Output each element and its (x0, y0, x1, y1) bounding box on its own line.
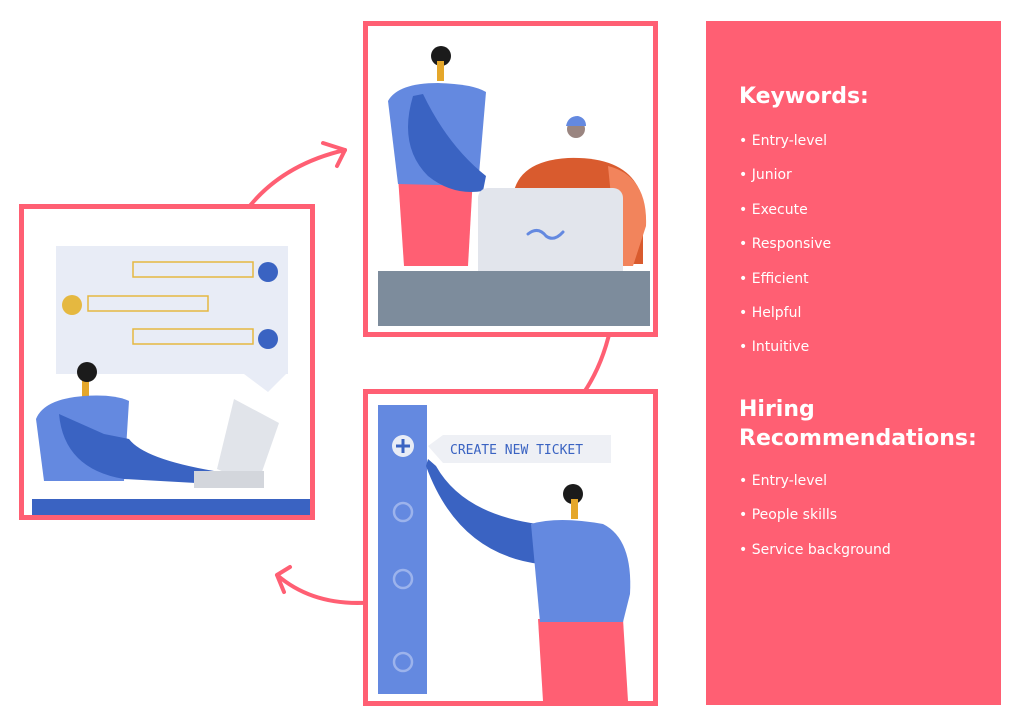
person-2-cap (566, 116, 586, 126)
avatar-yellow (62, 295, 82, 315)
ticket-illustration: CREATE NEW TICKET (378, 405, 631, 701)
person-arm (426, 459, 540, 564)
keyword-item: Helpful (739, 303, 831, 337)
person-body (531, 520, 631, 622)
keyword-item: Entry-level (739, 131, 831, 165)
hiring-list: Entry-level People skills Service backgr… (739, 471, 891, 574)
person-legs (538, 619, 628, 701)
chat-window-tail (244, 374, 286, 392)
person-head (77, 362, 97, 382)
arrow-ticket-to-chat-head (275, 565, 292, 594)
panel-ticket-scene: CREATE NEW TICKET (363, 389, 658, 706)
chat-illustration (32, 246, 310, 515)
hiring-title-line1: Hiring (739, 397, 815, 422)
hiring-item: Service background (739, 540, 891, 574)
keywords-card: Keywords: Entry-level Junior Execute Res… (706, 21, 1001, 705)
panel-collab-scene (363, 21, 658, 337)
desk (32, 499, 310, 515)
hiring-title: Hiring Recommendations: (739, 395, 977, 453)
panel-chat-scene (19, 204, 315, 520)
hiring-title-line2: Recommendations: (739, 426, 977, 451)
keywords-title: Keywords: (739, 84, 869, 109)
hiring-item: Entry-level (739, 471, 891, 505)
keyword-item: Efficient (739, 269, 831, 303)
laptop-base (194, 471, 264, 488)
desk (378, 271, 650, 326)
create-ticket-label: CREATE NEW TICKET (450, 443, 583, 458)
hiring-item: People skills (739, 505, 891, 539)
keyword-item: Responsive (739, 234, 831, 268)
keyword-item: Junior (739, 165, 831, 199)
person-1-neck (437, 61, 444, 81)
avatar-blue-1 (258, 262, 278, 282)
keyword-item: Execute (739, 200, 831, 234)
laptop (478, 188, 623, 285)
collab-illustration (378, 46, 650, 326)
keywords-list: Entry-level Junior Execute Responsive Ef… (739, 131, 831, 372)
person-neck (571, 499, 578, 519)
arrow-chat-to-collab (243, 148, 347, 214)
arrow-chat-to-collab-head (321, 141, 347, 168)
avatar-blue-2 (258, 329, 278, 349)
keyword-item: Intuitive (739, 337, 831, 371)
